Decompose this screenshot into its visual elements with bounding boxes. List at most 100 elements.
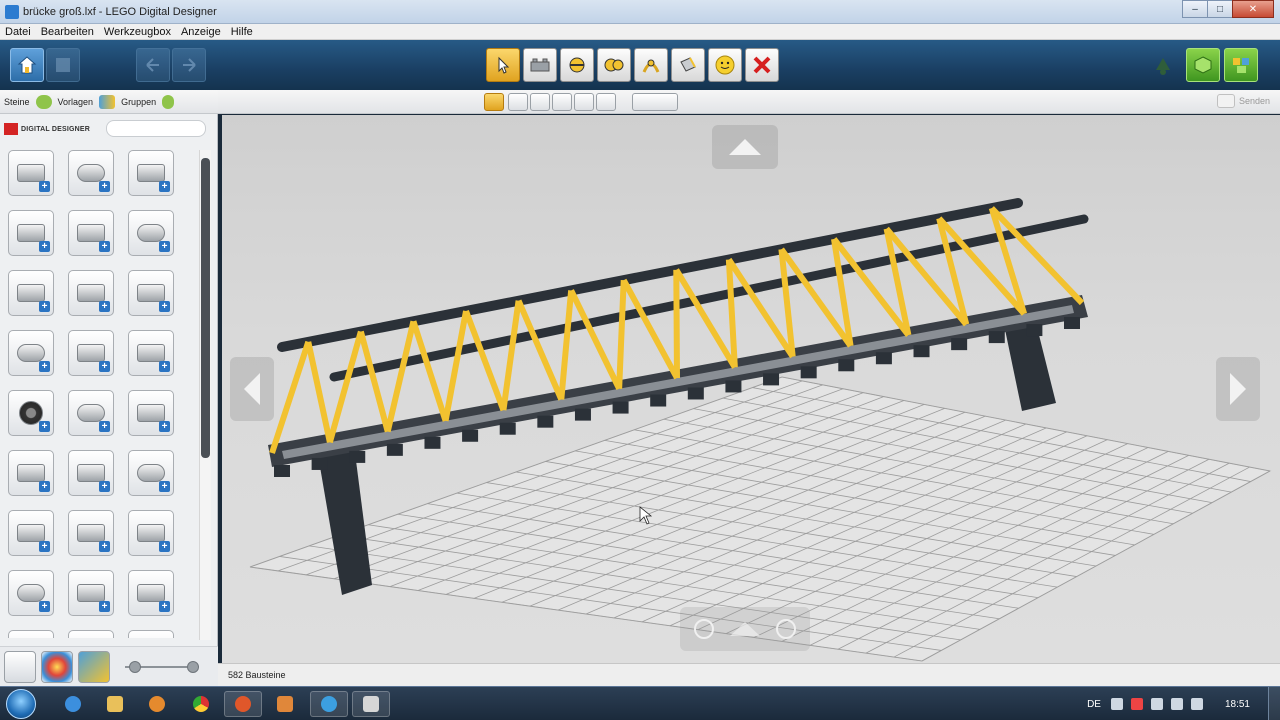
menu-hilfe[interactable]: Hilfe <box>226 26 258 38</box>
plate-2x2-icon <box>77 284 105 302</box>
delete-tool-button[interactable] <box>745 48 779 82</box>
flex-tool-button[interactable] <box>634 48 668 82</box>
taskbar-recorder[interactable] <box>352 691 390 717</box>
brick-tile-wrench-tool[interactable]: + <box>8 570 54 616</box>
tab-steine[interactable]: Steine <box>4 94 52 109</box>
taskbar-media[interactable] <box>138 691 176 717</box>
save-button[interactable] <box>46 48 80 82</box>
brick-tile-clip-plate[interactable]: + <box>68 330 114 376</box>
building-guide-icon <box>1233 58 1249 73</box>
redo-button[interactable] <box>172 48 206 82</box>
camera-left-arrow[interactable] <box>230 357 274 421</box>
home-button[interactable] <box>10 48 44 82</box>
show-desktop-button[interactable] <box>1268 687 1280 720</box>
taskbar-lego-designer[interactable] <box>310 691 348 717</box>
camera-zoom-controls[interactable] <box>680 607 810 651</box>
tray-arrow-icon[interactable] <box>1110 698 1123 710</box>
brick-tile-brick-2x2[interactable]: + <box>128 150 174 196</box>
brick-tile-brick-round[interactable]: + <box>68 150 114 196</box>
menu-datei[interactable]: Datei <box>0 26 36 38</box>
3d-viewport[interactable] <box>222 115 1280 663</box>
select-tool-button[interactable] <box>486 48 520 82</box>
multi-select-button[interactable] <box>508 93 528 111</box>
slider-knob[interactable] <box>129 660 142 673</box>
brick-tile-connector-bar[interactable]: + <box>68 570 114 616</box>
brick-tile-gear-wheel[interactable]: + <box>128 450 174 496</box>
language-indicator[interactable]: DE <box>1087 699 1101 710</box>
undo-button[interactable] <box>136 48 170 82</box>
bridge-model-scene[interactable] <box>222 115 1280 663</box>
deck-support-block <box>763 373 780 386</box>
palette-search-input[interactable] <box>106 120 206 137</box>
build-mode-icon[interactable] <box>1150 52 1176 78</box>
menu-anzeige[interactable]: Anzeige <box>176 26 226 38</box>
brick-tile-slope-brick[interactable]: + <box>68 210 114 256</box>
color-palette-button[interactable] <box>41 650 73 683</box>
clone-tool-button[interactable] <box>523 48 557 82</box>
brick-tile-technic-brick[interactable]: + <box>8 330 54 376</box>
brick-tile-misc-part-2[interactable]: + <box>68 630 114 638</box>
brick-tile-technic-liftarm[interactable]: + <box>8 510 54 556</box>
brick-tile-plate-2x2[interactable]: + <box>68 270 114 316</box>
brick-tile-plate-2x3[interactable]: + <box>128 270 174 316</box>
menu-bearbeiten[interactable]: Bearbeiten <box>36 26 99 38</box>
taskbar-chrome[interactable] <box>182 691 220 717</box>
brick-tile-technic-beam[interactable]: + <box>8 450 54 496</box>
clock[interactable]: 18:51 <box>1225 699 1250 710</box>
action-center-icon[interactable] <box>1130 698 1143 710</box>
brick-tile-brick-curved[interactable]: + <box>8 270 54 316</box>
brick-tile-cylinder[interactable]: + <box>68 510 114 556</box>
camera-up-arrow[interactable] <box>712 125 778 169</box>
minimize-button[interactable]: – <box>1182 0 1208 18</box>
brick-tile-brick-1x2[interactable]: + <box>8 150 54 196</box>
brick-tile-brick-1x4[interactable]: + <box>8 210 54 256</box>
taskbar-explorer[interactable] <box>96 691 134 717</box>
paint-tool-button[interactable] <box>671 48 705 82</box>
single-select-button[interactable] <box>484 93 504 111</box>
invert-select-button[interactable] <box>596 93 616 111</box>
brick-tile-misc-part-3[interactable]: + <box>128 630 174 638</box>
screen-recorder-icon <box>363 696 379 712</box>
brick-tile-flat-tile[interactable]: + <box>128 510 174 556</box>
brick-tile-misc-part-1[interactable]: + <box>8 630 54 638</box>
brick-tile-axle-pin[interactable]: + <box>68 450 114 496</box>
tray-app-icon[interactable] <box>1150 698 1163 710</box>
paint-bucket-icon <box>680 57 696 72</box>
tab-vorlagen[interactable]: Vorlagen <box>58 94 116 109</box>
brick-size-slider[interactable] <box>119 660 199 673</box>
hinge-align-tool-button[interactable] <box>597 48 631 82</box>
volume-icon[interactable] <box>1190 698 1203 710</box>
tab-gruppen[interactable]: Gruppen <box>121 94 175 109</box>
taskbar-app[interactable] <box>266 691 304 717</box>
hinge-tool-button[interactable] <box>560 48 594 82</box>
brick-tile-slope-large[interactable]: + <box>128 210 174 256</box>
menu-werkzeugbox[interactable]: Werkzeugbox <box>99 26 176 38</box>
brick-filter-button[interactable] <box>4 650 36 683</box>
brick-tile-wedge-slope[interactable]: + <box>68 390 114 436</box>
send-button[interactable]: Senden <box>1216 94 1270 108</box>
start-button[interactable] <box>6 689 36 719</box>
menu-bar: Datei Bearbeiten Werkzeugbox Anzeige Hil… <box>0 24 1280 40</box>
brick-tile-tile-1x2[interactable]: + <box>128 390 174 436</box>
building-guide-button[interactable] <box>1224 48 1258 82</box>
network-icon[interactable] <box>1170 698 1183 710</box>
brick-tile-hose-ring[interactable]: + <box>128 570 174 616</box>
group-select-button[interactable] <box>632 93 678 111</box>
color-select-button[interactable] <box>552 93 572 111</box>
close-button[interactable]: ✕ <box>1232 0 1274 18</box>
custom-bricks-button[interactable] <box>78 650 110 683</box>
taskbar-firefox[interactable] <box>224 691 262 717</box>
connected-select-button[interactable] <box>530 93 550 111</box>
view-mode-button[interactable] <box>1186 48 1220 82</box>
palette-scrollbar[interactable] <box>199 150 211 640</box>
camera-right-arrow[interactable] <box>1216 357 1260 421</box>
maximize-button[interactable]: □ <box>1207 0 1233 18</box>
window-controls: – □ ✕ <box>1182 0 1274 18</box>
shape-select-button[interactable] <box>574 93 594 111</box>
palette-scroll-thumb[interactable] <box>201 158 210 458</box>
add-brick-icon: + <box>39 481 50 492</box>
hide-tool-button[interactable] <box>708 48 742 82</box>
brick-tile-wheel-tire[interactable]: + <box>8 390 54 436</box>
taskbar-ie[interactable] <box>54 691 92 717</box>
brick-tile-panel-brick[interactable]: + <box>128 330 174 376</box>
